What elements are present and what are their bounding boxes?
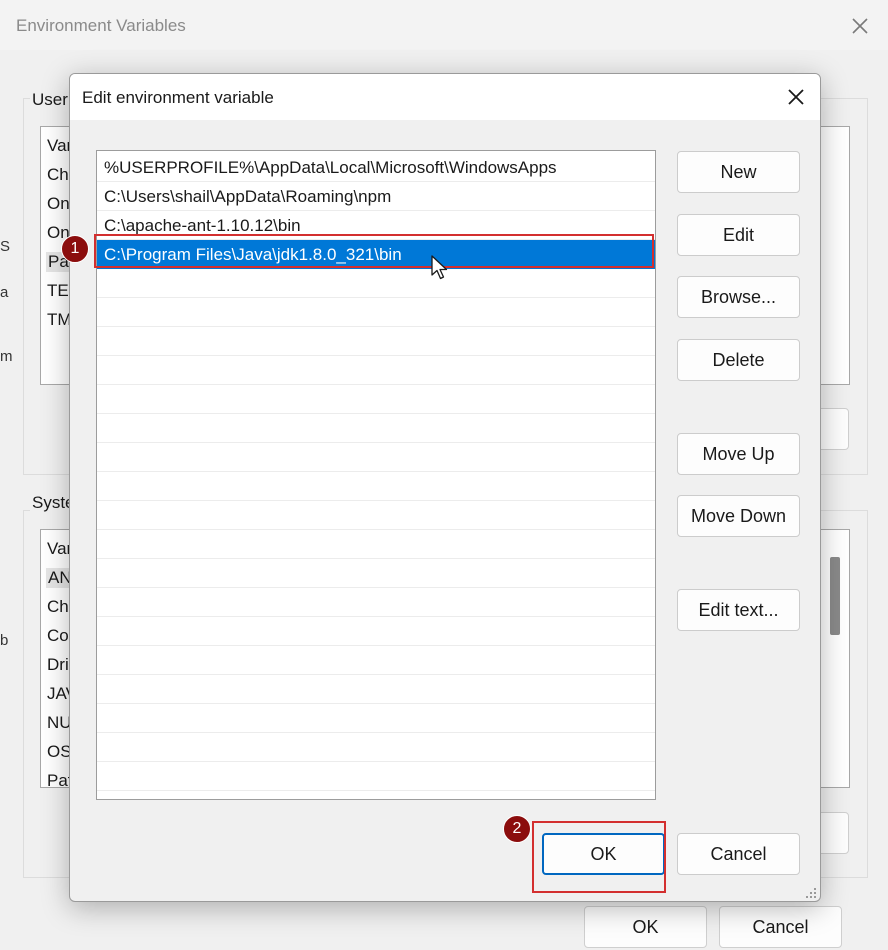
dialog-titlebar: Edit environment variable xyxy=(70,74,820,120)
bg-window-title: Environment Variables xyxy=(16,16,186,35)
list-item[interactable]: TM xyxy=(47,310,72,330)
empty-row xyxy=(97,675,655,704)
empty-row xyxy=(97,385,655,414)
list-item[interactable]: NU xyxy=(47,713,72,733)
empty-row xyxy=(97,559,655,588)
empty-row xyxy=(97,443,655,472)
edge-char: S xyxy=(0,238,11,255)
empty-row xyxy=(97,646,655,675)
path-row[interactable]: %USERPROFILE%\AppData\Local\Microsoft\Wi… xyxy=(97,153,655,182)
step-badge-1: 1 xyxy=(61,235,89,263)
highlight-selected-path xyxy=(94,234,654,268)
empty-row xyxy=(97,472,655,501)
list-item[interactable]: Dri xyxy=(47,655,69,675)
empty-row xyxy=(97,356,655,385)
highlight-ok-button xyxy=(532,821,666,893)
empty-row xyxy=(97,588,655,617)
mouse-cursor-icon xyxy=(431,255,448,280)
empty-row xyxy=(97,269,655,298)
close-icon[interactable] xyxy=(782,83,810,111)
edge-char: a xyxy=(0,284,9,301)
move-up-button[interactable]: Move Up xyxy=(677,433,800,475)
list-item[interactable]: TE xyxy=(47,281,69,301)
move-down-button[interactable]: Move Down xyxy=(677,495,800,537)
bg-close-icon[interactable] xyxy=(846,12,874,40)
edge-char: m xyxy=(0,348,13,365)
list-item[interactable]: Ch xyxy=(47,597,69,617)
empty-row xyxy=(97,501,655,530)
empty-row xyxy=(97,762,655,791)
empty-row xyxy=(97,617,655,646)
edit-text-button[interactable]: Edit text... xyxy=(677,589,800,631)
edit-environment-variable-dialog: Edit environment variable %USERPROFILE%\… xyxy=(69,73,821,902)
bg-titlebar: Environment Variables xyxy=(0,0,888,50)
empty-row xyxy=(97,704,655,733)
empty-row xyxy=(97,530,655,559)
bg-cancel-button[interactable]: Cancel xyxy=(719,906,842,948)
list-item[interactable]: Co xyxy=(47,626,69,646)
cancel-button[interactable]: Cancel xyxy=(677,833,800,875)
edit-button[interactable]: Edit xyxy=(677,214,800,256)
empty-row xyxy=(97,327,655,356)
empty-row xyxy=(97,298,655,327)
bg-ok-button[interactable]: OK xyxy=(584,906,707,948)
step-badge-2: 2 xyxy=(503,815,531,843)
new-button[interactable]: New xyxy=(677,151,800,193)
dialog-title: Edit environment variable xyxy=(82,88,274,107)
edge-char: b xyxy=(0,632,9,649)
bg-scrollbar-thumb[interactable] xyxy=(830,557,840,635)
list-item[interactable]: OS xyxy=(47,742,72,762)
browse-button[interactable]: Browse... xyxy=(677,276,800,318)
delete-button[interactable]: Delete xyxy=(677,339,800,381)
list-item[interactable]: Ch xyxy=(47,165,69,185)
user-variables-label: User xyxy=(30,90,70,110)
path-row[interactable]: C:\Users\shail\AppData\Roaming\npm xyxy=(97,182,655,211)
list-item[interactable]: On xyxy=(47,194,70,214)
empty-row xyxy=(97,414,655,443)
empty-row xyxy=(97,733,655,762)
resize-grip-icon[interactable] xyxy=(803,886,817,900)
